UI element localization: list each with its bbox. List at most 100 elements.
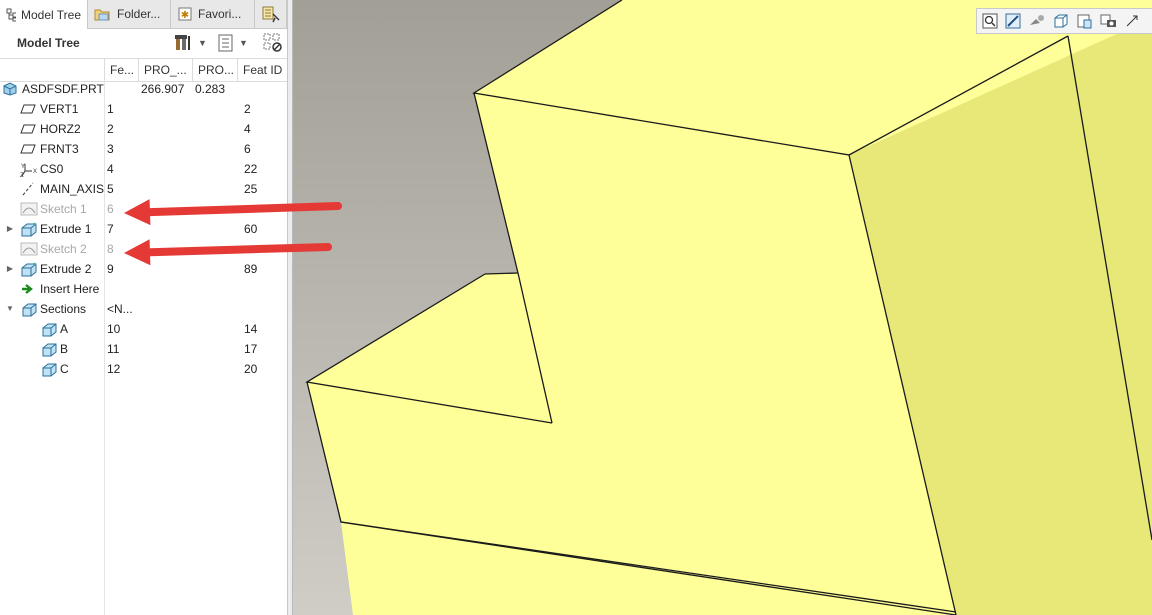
svg-text:Y: Y — [21, 164, 25, 170]
tree-item-name: Extrude 1 — [40, 222, 92, 236]
tree-item-name: ASDFSDF.PRT — [22, 82, 104, 96]
feat-id-cell: 14 — [244, 322, 258, 336]
sections-icon — [20, 302, 37, 317]
svg-text:X: X — [33, 169, 37, 175]
tree-row[interactable]: Sketch 1 6 — [0, 199, 287, 219]
tree-row[interactable]: ▶ Extrude 1 7 60 — [0, 219, 287, 239]
section-icon — [40, 322, 57, 337]
column-header-feature-number[interactable]: Fe... — [104, 59, 138, 81]
view-manager-icon — [1126, 15, 1138, 27]
feature-number-cell: 11 — [107, 342, 120, 356]
tree-item-name: MAIN_AXIS — [40, 182, 105, 196]
show-list-icon — [218, 34, 233, 52]
tree-row[interactable]: ▶ Extrude 2 9 89 — [0, 259, 287, 279]
tree-row[interactable]: MAIN_AXIS 5 25 — [0, 179, 287, 199]
feature-number-cell: 9 — [107, 262, 114, 276]
datum-plane-icon — [20, 122, 36, 136]
feature-number-cell: 8 — [107, 242, 114, 256]
feat-id-cell: 6 — [244, 142, 251, 156]
expand-toggle-icon[interactable]: ▶ — [5, 219, 15, 239]
settings-icon — [175, 35, 190, 50]
settings-menu-button[interactable]: ▼ — [173, 32, 207, 54]
tab-folder-browser[interactable]: Folder... — [88, 0, 171, 28]
feature-number-cell: 3 — [107, 142, 114, 156]
feat-id-cell: 25 — [244, 182, 258, 196]
zoom-in-button[interactable] — [1005, 13, 1021, 29]
column-header-name[interactable] — [0, 59, 104, 81]
favorites-icon: ✱ — [178, 7, 192, 21]
column-header-feat-id[interactable]: Feat ID — [237, 59, 287, 81]
tree-row[interactable]: VERT1 1 2 — [0, 99, 287, 119]
insert-here-arrow-icon — [20, 282, 36, 296]
model-tree-header: Model Tree ▼ ▼ — [0, 29, 287, 57]
column-header-pro-volume[interactable]: PRO... — [192, 59, 237, 81]
extrude-icon — [20, 222, 37, 237]
expand-toggle-icon[interactable]: ▶ — [5, 259, 15, 279]
view-manager-button[interactable] — [1124, 13, 1140, 29]
section-icon — [40, 362, 57, 377]
filter-button[interactable] — [262, 32, 284, 54]
saved-orientations-button[interactable] — [1099, 13, 1117, 29]
feat-id-cell: 17 — [244, 342, 258, 356]
pro-mass-cell: 266.907 — [141, 82, 185, 96]
extrude-icon — [20, 262, 37, 277]
tab-model-tree[interactable]: Model Tree — [0, 0, 88, 29]
chevron-down-icon: ▼ — [198, 38, 207, 48]
datum-plane-icon — [20, 102, 36, 116]
tree-item-name: Sections — [40, 302, 87, 316]
repaint-button[interactable] — [1053, 13, 1069, 29]
feature-number-cell: 5 — [107, 182, 114, 196]
column-header-pro-mass[interactable]: PRO_... — [138, 59, 192, 81]
zoom-in-icon — [1005, 13, 1021, 29]
tree-item-name: Extrude 2 — [40, 262, 92, 276]
tree-item-name: A — [60, 322, 69, 336]
tree-row[interactable]: Insert Here — [0, 279, 287, 299]
tree-row[interactable]: ASDFSDF.PRT 266.907 0.283 — [0, 79, 287, 99]
feature-number-cell: 12 — [107, 362, 121, 376]
feat-id-cell: 89 — [244, 262, 258, 276]
refit-icon — [982, 13, 998, 29]
expand-toggle-icon[interactable]: ▼ — [5, 299, 15, 319]
tree-item-name: HORZ2 — [40, 122, 81, 136]
zoom-out-button[interactable] — [1028, 13, 1046, 29]
feat-id-cell: 20 — [244, 362, 258, 376]
saved-orientations-icon — [1100, 14, 1116, 27]
refit-button[interactable] — [982, 13, 998, 29]
feat-id-cell: 60 — [244, 222, 258, 236]
tab-favorites[interactable]: ✱ Favori... — [171, 0, 255, 28]
tree-item-name: CS0 — [40, 162, 64, 176]
tree-row[interactable]: YZXCS0 4 22 — [0, 159, 287, 179]
tab-label: Favori... — [198, 7, 242, 21]
tree-item-name: Sketch 1 — [40, 202, 87, 216]
feature-number-cell: 2 — [107, 122, 114, 136]
repaint-icon — [1054, 14, 1068, 28]
feature-number-cell: <N... — [107, 302, 133, 316]
datum-axis-icon — [20, 182, 36, 196]
datum-display-icon — [1147, 13, 1152, 29]
chevron-down-icon: ▼ — [239, 38, 248, 48]
datum-display-button[interactable] — [1147, 13, 1152, 29]
show-menu-button[interactable]: ▼ — [216, 32, 248, 54]
tree-item-name: FRNT3 — [40, 142, 79, 156]
filter-icon — [263, 33, 282, 52]
tree-item-name: Insert Here — [40, 282, 100, 296]
tree-item-name: Sketch 2 — [40, 242, 87, 256]
sketch-icon — [20, 242, 38, 256]
tree-row[interactable]: B 11 17 — [0, 339, 287, 359]
display-style-button[interactable] — [1076, 13, 1092, 29]
model-3d-view[interactable] — [293, 0, 1152, 615]
tree-row[interactable]: C 12 20 — [0, 359, 287, 379]
tree-row[interactable]: HORZ2 2 4 — [0, 119, 287, 139]
tree-row[interactable]: A 10 14 — [0, 319, 287, 339]
feature-number-cell: 1 — [107, 102, 114, 116]
tree-row[interactable]: FRNT3 3 6 — [0, 139, 287, 159]
feature-number-cell: 6 — [107, 202, 114, 216]
feat-id-cell: 4 — [244, 122, 251, 136]
layers-icon — [262, 6, 279, 23]
tree-row[interactable]: Sketch 2 8 — [0, 239, 287, 259]
tree-item-name: C — [60, 362, 69, 376]
pro-volume-cell: 0.283 — [195, 82, 226, 96]
tree-row[interactable]: ▼ Sections <N... — [0, 299, 287, 319]
tab-layers[interactable] — [255, 0, 287, 28]
graphics-viewport[interactable] — [293, 0, 1152, 615]
